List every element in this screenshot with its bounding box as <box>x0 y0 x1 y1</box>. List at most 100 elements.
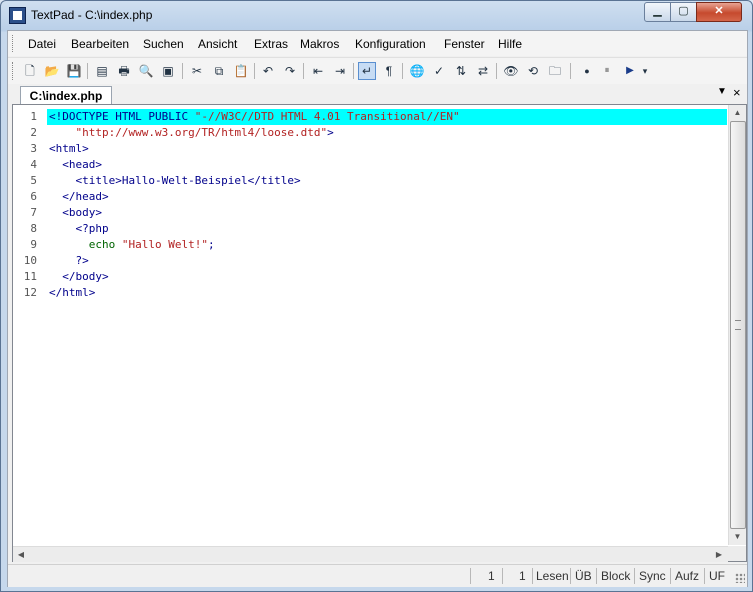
play-macro-icon[interactable]: ▶ <box>621 62 639 80</box>
code-line[interactable]: <!DOCTYPE HTML PUBLIC "-//W3C//DTD HTML … <box>49 110 460 123</box>
toolbar-separator <box>182 63 183 79</box>
find-icon[interactable]: 👁 <box>502 62 520 80</box>
resize-grip[interactable] <box>735 573 745 583</box>
tab-list-dropdown-icon[interactable]: ▼ <box>717 86 727 97</box>
close-icon: ✕ <box>714 5 724 17</box>
status-separator <box>502 568 503 584</box>
minimize-button[interactable]: ▁ <box>644 2 671 22</box>
status-line-number: 1 <box>488 569 495 583</box>
record-macro-icon[interactable]: ● <box>578 62 596 80</box>
vertical-scrollbar[interactable]: ▲ ▼ <box>728 105 746 545</box>
scroll-left-icon[interactable]: ◀ <box>13 547 29 562</box>
toolbar-grip[interactable] <box>12 62 16 80</box>
menu-fenster[interactable]: Fenster <box>444 37 485 51</box>
code-line[interactable]: echo "Hallo Welt!"; <box>49 238 215 251</box>
code-line[interactable]: <body> <box>49 206 102 219</box>
status-separator <box>704 568 705 584</box>
compare-icon[interactable]: ⇄ <box>474 62 492 80</box>
code-line[interactable]: "http://www.w3.org/TR/html4/loose.dtd"> <box>49 126 334 139</box>
window-title: TextPad - C:\index.php <box>31 8 153 22</box>
find-in-files-icon[interactable]: 🗀 <box>546 62 564 80</box>
new-file-icon[interactable]: 🗋 <box>21 62 39 80</box>
menu-ansicht[interactable]: Ansicht <box>198 37 237 51</box>
status-separator <box>634 568 635 584</box>
copy-icon[interactable]: ⧉ <box>210 62 228 80</box>
code-token: <html> <box>49 142 89 155</box>
outdent-icon[interactable]: ⇤ <box>309 62 327 80</box>
maximize-icon: ▢ <box>678 5 689 17</box>
status-record[interactable]: Aufz <box>675 569 699 583</box>
scroll-right-icon[interactable]: ▶ <box>711 547 727 562</box>
save-all-icon[interactable]: ▤ <box>93 62 111 80</box>
status-uf[interactable]: UF <box>709 569 725 583</box>
vertical-scroll-thumb[interactable] <box>730 121 746 529</box>
menu-bearbeiten[interactable]: Bearbeiten <box>71 37 129 51</box>
code-line[interactable]: </body> <box>49 270 109 283</box>
undo-icon[interactable]: ↶ <box>259 62 277 80</box>
close-document-icon[interactable]: × <box>733 85 741 100</box>
cut-icon[interactable]: ✂ <box>188 62 206 80</box>
menu-suchen[interactable]: Suchen <box>143 37 184 51</box>
pause-macro-icon[interactable]: ⏸ <box>598 62 616 80</box>
line-number: 3 <box>30 142 37 155</box>
menu-makros[interactable]: Makros <box>300 37 339 51</box>
menu-konfiguration[interactable]: Konfiguration <box>355 37 426 51</box>
toolbar-separator <box>496 63 497 79</box>
code-token: "http://www.w3.org/TR/html4/loose.dtd" <box>75 126 328 139</box>
menu-extras[interactable]: Extras <box>254 37 288 51</box>
code-line[interactable]: </head> <box>49 190 108 203</box>
status-block[interactable]: Block <box>601 569 630 583</box>
paste-icon[interactable]: 📋 <box>232 62 250 80</box>
toolbar-separator <box>303 63 304 79</box>
line-number: 12 <box>23 286 37 299</box>
status-overwrite[interactable]: ÜB <box>575 569 592 583</box>
title-bar[interactable]: TextPad - C:\index.php ▁ ▢ ✕ <box>1 1 752 29</box>
show-formatting-icon[interactable]: ¶ <box>380 62 398 80</box>
maximize-button[interactable]: ▢ <box>670 2 697 22</box>
close-button[interactable]: ✕ <box>696 2 742 22</box>
code-token: <title>Hallo-Welt-Beispiel</title> <box>49 174 301 187</box>
redo-icon[interactable]: ↷ <box>281 62 299 80</box>
minimize-icon: ▁ <box>653 5 662 17</box>
status-sync[interactable]: Sync <box>639 569 666 583</box>
code-line[interactable]: </html> <box>49 286 95 299</box>
menu-bar-grip[interactable] <box>12 35 16 52</box>
toolbar-separator <box>254 63 255 79</box>
code-token: </body> <box>49 270 109 283</box>
textpad-app-icon[interactable] <box>9 7 26 24</box>
line-number: 4 <box>30 158 37 171</box>
manage-files-icon[interactable]: ▣ <box>159 62 177 80</box>
menu-hilfe[interactable]: Hilfe <box>498 37 522 51</box>
word-wrap-icon[interactable]: ↵ <box>358 62 376 80</box>
replace-icon[interactable]: ⟲ <box>524 62 542 80</box>
print-icon[interactable]: 🖶 <box>115 62 133 80</box>
web-browser-icon[interactable]: 🌐 <box>408 62 426 80</box>
print-preview-icon[interactable]: 🔍 <box>137 62 155 80</box>
scroll-down-icon[interactable]: ▼ <box>729 529 746 545</box>
code-line[interactable]: <?php <box>49 222 109 235</box>
toolbar-options-icon[interactable]: ▾ <box>640 62 650 80</box>
code-token: <head> <box>49 158 102 171</box>
status-read-mode[interactable]: Lesen <box>536 569 569 583</box>
code-token: echo <box>88 238 116 251</box>
tab-index-php[interactable]: C:\index.php <box>20 86 112 105</box>
open-folder-icon[interactable]: 📂 <box>43 62 61 80</box>
code-token: <?php <box>49 222 109 235</box>
code-line[interactable]: <html> <box>49 142 89 155</box>
line-number: 6 <box>30 190 37 203</box>
spell-check-icon[interactable]: ✓ <box>430 62 448 80</box>
scrollbar-corner <box>728 546 746 561</box>
status-separator <box>470 568 471 584</box>
code-line[interactable]: <head> <box>49 158 102 171</box>
scroll-up-icon[interactable]: ▲ <box>729 105 746 121</box>
indent-icon[interactable]: ⇥ <box>331 62 349 80</box>
code-line[interactable]: ?> <box>49 254 88 267</box>
menu-datei[interactable]: Datei <box>28 37 56 51</box>
horizontal-scrollbar[interactable]: ◀ ▶ <box>13 546 728 562</box>
save-icon[interactable]: 💾 <box>65 62 83 80</box>
code-area[interactable]: <!DOCTYPE HTML PUBLIC "-//W3C//DTD HTML … <box>47 105 727 545</box>
code-line[interactable]: <title>Hallo-Welt-Beispiel</title> <box>49 174 301 187</box>
sort-icon[interactable]: ⇅ <box>452 62 470 80</box>
code-editor[interactable]: 1 2 3 4 5 6 7 8 9 10 11 12 <!DOCTYPE HTML PUBLIC "-… <box>12 104 747 562</box>
